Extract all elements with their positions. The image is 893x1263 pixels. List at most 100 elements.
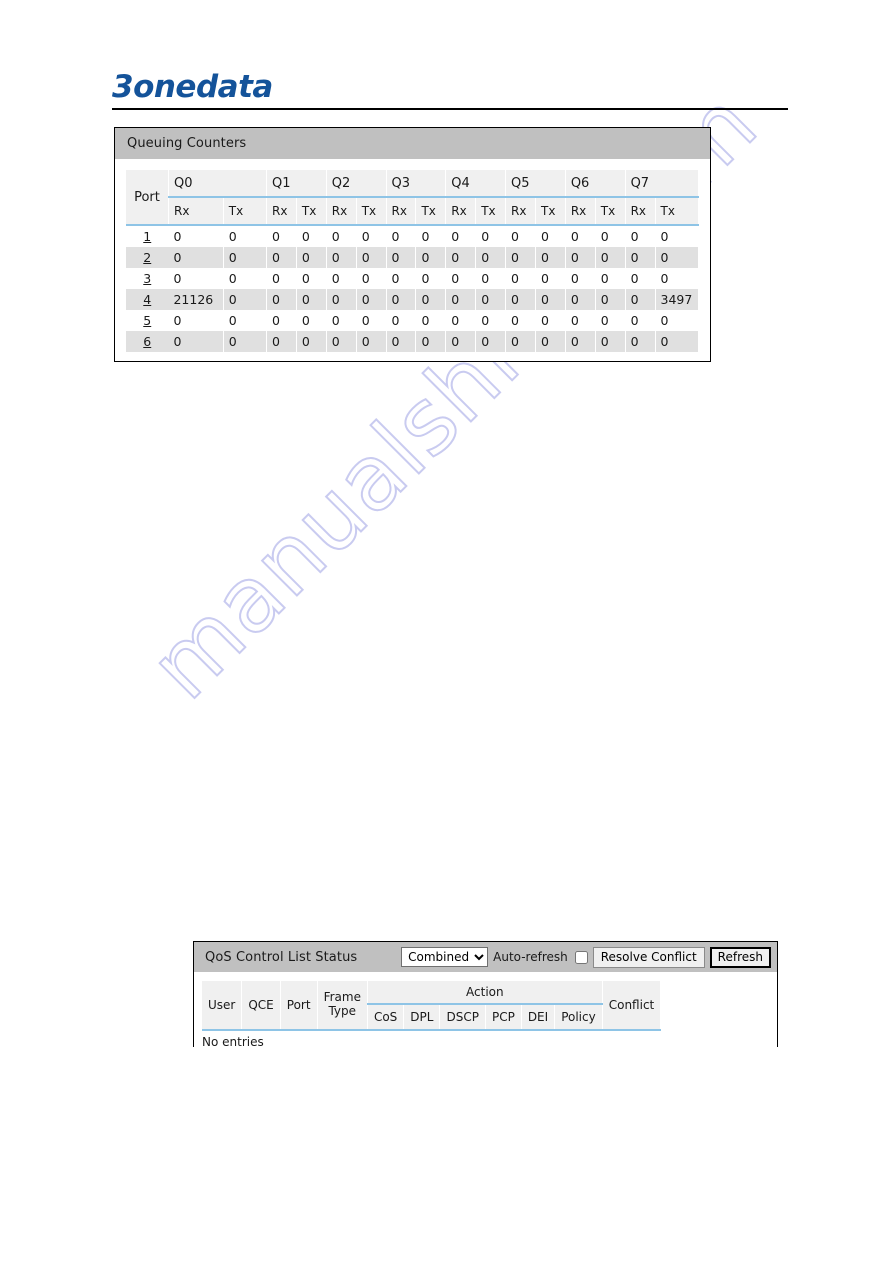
counter-cell: 0 xyxy=(565,225,596,247)
counter-cell: 0 xyxy=(223,247,267,268)
counter-cell: 0 xyxy=(565,310,596,331)
counter-cell: 0 xyxy=(595,268,626,289)
counter-cell: 0 xyxy=(475,268,507,289)
qos-header-conflict: Conflict xyxy=(602,981,662,1031)
queuing-panel-body: Port Q0 Q1 Q2 Q3 Q4 Q5 Q6 Q7 Rx Tx Rx Tx… xyxy=(115,159,710,361)
qos-control-list-status-panel: QoS Control List Status CombinedStaticCo… xyxy=(193,941,778,1049)
counter-cell: 0 xyxy=(266,310,297,331)
counter-cell: 0 xyxy=(296,225,327,247)
counter-cell: 0 xyxy=(445,268,477,289)
counter-cell: 0 xyxy=(565,247,596,268)
header-q6: Q6 xyxy=(565,170,626,198)
counter-cell: 0 xyxy=(655,247,700,268)
counter-cell: 0 xyxy=(356,247,387,268)
header-q4-tx: Tx xyxy=(475,197,507,226)
port-cell[interactable]: 3 xyxy=(126,268,169,289)
counter-cell: 0 xyxy=(356,310,387,331)
counter-cell: 0 xyxy=(356,331,387,352)
header-q3-tx: Tx xyxy=(415,197,447,226)
counter-cell: 0 xyxy=(356,289,387,310)
port-cell[interactable]: 6 xyxy=(126,331,169,352)
qos-header-port: Port xyxy=(280,981,318,1031)
counter-cell: 0 xyxy=(475,310,507,331)
counter-cell: 0 xyxy=(445,225,477,247)
counter-cell: 0 xyxy=(326,225,357,247)
counter-cell: 0 xyxy=(505,331,536,352)
port-link[interactable]: 5 xyxy=(143,313,151,328)
refresh-button[interactable]: Refresh xyxy=(709,946,771,968)
qos-header-row-top: User QCE Port Frame Type Action Conflict xyxy=(202,981,662,1031)
header-q7-tx: Tx xyxy=(655,197,700,226)
counter-cell: 0 xyxy=(386,289,417,310)
port-link[interactable]: 4 xyxy=(143,292,151,307)
port-cell[interactable]: 1 xyxy=(126,225,169,247)
qos-header-action: Action xyxy=(367,981,603,1005)
counter-cell: 0 xyxy=(655,331,700,352)
table-row: 10000000000000000 xyxy=(126,225,700,247)
counter-cell: 3497 xyxy=(655,289,700,310)
header-q6-rx: Rx xyxy=(565,197,596,226)
header-q3: Q3 xyxy=(386,170,447,198)
counter-cell: 0 xyxy=(445,331,477,352)
frame-type-line1: Frame xyxy=(323,990,361,1005)
counter-cell: 0 xyxy=(356,225,387,247)
table-row: 60000000000000000 xyxy=(126,331,700,352)
counter-cell: 0 xyxy=(326,289,357,310)
qos-header-user: User xyxy=(202,981,243,1031)
header-q5-tx: Tx xyxy=(535,197,566,226)
counter-cell: 0 xyxy=(595,289,626,310)
counter-cell: 0 xyxy=(223,310,267,331)
counter-cell: 0 xyxy=(505,310,536,331)
header-q4-rx: Rx xyxy=(445,197,477,226)
counter-cell: 0 xyxy=(505,289,536,310)
counter-cell: 0 xyxy=(595,225,626,247)
counter-cell: 0 xyxy=(296,247,327,268)
table-row: 20000000000000000 xyxy=(126,247,700,268)
counter-cell: 0 xyxy=(386,331,417,352)
counter-cell: 0 xyxy=(625,225,656,247)
port-link[interactable]: 3 xyxy=(143,271,151,286)
port-cell[interactable]: 2 xyxy=(126,247,169,268)
counter-cell: 0 xyxy=(326,331,357,352)
port-link[interactable]: 2 xyxy=(143,250,151,265)
counter-cell: 0 xyxy=(535,310,566,331)
qos-mode-select[interactable]: CombinedStaticConflicts xyxy=(401,947,489,967)
counter-cell: 0 xyxy=(223,268,267,289)
counter-cell: 0 xyxy=(415,268,447,289)
queuing-table-body: 1000000000000000020000000000000000300000… xyxy=(126,225,700,352)
counter-cell: 0 xyxy=(475,247,507,268)
header-divider xyxy=(112,108,788,110)
auto-refresh-label: Auto-refresh xyxy=(493,950,568,964)
counter-cell: 0 xyxy=(326,268,357,289)
auto-refresh-checkbox[interactable] xyxy=(574,950,588,964)
port-link[interactable]: 6 xyxy=(143,334,151,349)
counter-cell: 0 xyxy=(625,310,656,331)
qos-control-list-table: User QCE Port Frame Type Action Conflict… xyxy=(202,981,662,1031)
counter-cell: 0 xyxy=(595,331,626,352)
header-q1: Q1 xyxy=(266,170,327,198)
counter-cell: 0 xyxy=(386,310,417,331)
qos-panel-controls: CombinedStaticConflicts Auto-refresh Res… xyxy=(401,946,771,968)
qos-header-action-policy: Policy xyxy=(554,1004,603,1031)
counter-cell: 0 xyxy=(386,247,417,268)
counter-cell: 0 xyxy=(223,289,267,310)
header-q1-rx: Rx xyxy=(266,197,297,226)
counter-cell: 0 xyxy=(655,225,700,247)
qos-header-frame-type: Frame Type xyxy=(317,981,368,1031)
counter-cell: 0 xyxy=(386,268,417,289)
table-row: 4 21126 0 0 0 0 0 0 0 0 0 0 0 0 0 0 3497 xyxy=(126,289,700,310)
port-link[interactable]: 1 xyxy=(143,229,151,244)
counter-cell: 0 xyxy=(168,225,224,247)
counter-cell: 0 xyxy=(266,331,297,352)
counter-cell: 0 xyxy=(445,310,477,331)
header-q5-rx: Rx xyxy=(505,197,536,226)
port-cell[interactable]: 4 xyxy=(126,289,169,310)
counter-cell: 0 xyxy=(266,225,297,247)
header-q0-tx: Tx xyxy=(223,197,267,226)
header-q7-rx: Rx xyxy=(625,197,656,226)
counter-cell: 0 xyxy=(565,268,596,289)
queuing-header-row-queues: Port Q0 Q1 Q2 Q3 Q4 Q5 Q6 Q7 xyxy=(126,170,700,226)
resolve-conflict-button[interactable]: Resolve Conflict xyxy=(592,946,705,968)
qos-header-action-dscp: DSCP xyxy=(439,1004,486,1031)
port-cell[interactable]: 5 xyxy=(126,310,169,331)
